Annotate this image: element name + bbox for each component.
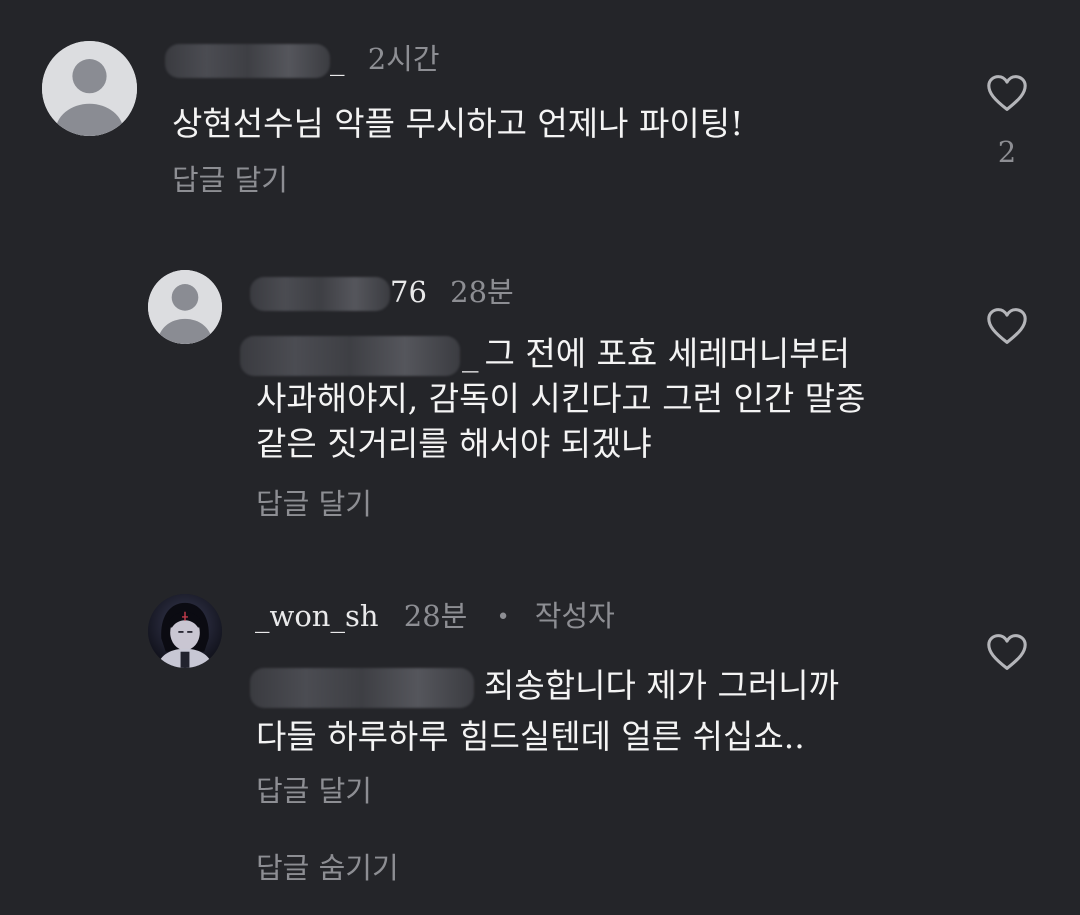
heart-outline-icon	[987, 75, 1027, 111]
author-badge: 작성자	[534, 599, 615, 633]
redacted-username	[165, 44, 330, 78]
comment-time: 28분	[450, 275, 514, 309]
reply-button[interactable]: 답글 달기	[172, 162, 288, 198]
hide-replies-button[interactable]: 답글 숨기기	[256, 850, 399, 886]
like-button[interactable]	[985, 632, 1029, 672]
reply-meta: 76 28분	[250, 274, 514, 311]
reply-text-line-3: 같은 짓거리를 해서야 되겠냐	[256, 424, 652, 463]
reply-text-line-1: 그 전에 포효 세레머니부터	[484, 334, 850, 373]
reply-button[interactable]: 답글 달기	[256, 773, 372, 809]
username-suffix[interactable]: _	[330, 42, 345, 76]
redacted-username	[250, 277, 390, 311]
author-reply-text-line-2: 다들 하루하루 힘드실텐데 얼른 쉬십쇼..	[256, 717, 805, 756]
username[interactable]: _won_sh	[255, 599, 379, 633]
like-count: 2	[997, 135, 1017, 169]
default-avatar-icon	[42, 41, 137, 136]
comment-time: 2시간	[367, 42, 440, 76]
reply-button[interactable]: 답글 달기	[256, 486, 372, 522]
mention-suffix[interactable]: _	[462, 334, 479, 373]
author-reply-text: 죄송합니다 제가 그러니까	[250, 663, 839, 708]
comment-text: 상현선수님 악플 무시하고 언제나 파이팅!	[172, 104, 744, 143]
author-avatar[interactable]	[148, 594, 222, 668]
author-reply-text-line-1: 죄송합니다 제가 그러니까	[484, 666, 839, 705]
username-suffix[interactable]: 76	[390, 275, 427, 309]
like-button[interactable]	[985, 73, 1029, 113]
comment-meta: _ 2시간	[165, 41, 440, 78]
default-avatar-icon	[148, 270, 222, 344]
heart-outline-icon	[987, 308, 1027, 344]
profile-picture	[148, 594, 222, 668]
comment-time: 28분	[403, 599, 468, 633]
avatar[interactable]	[42, 41, 137, 136]
heart-outline-icon	[987, 634, 1027, 670]
reply-text-line-2: 사과해야지, 감독이 시킨다고 그런 인간 말종	[256, 379, 866, 418]
avatar[interactable]	[148, 270, 222, 344]
like-button[interactable]	[985, 306, 1029, 346]
author-reply-meta: _won_sh 28분 • 작성자	[255, 598, 615, 636]
separator-dot: •	[496, 605, 510, 630]
reply-text: _ 그 전에 포효 세레머니부터	[240, 331, 850, 376]
redacted-mention	[250, 668, 474, 708]
redacted-mention	[240, 336, 460, 376]
